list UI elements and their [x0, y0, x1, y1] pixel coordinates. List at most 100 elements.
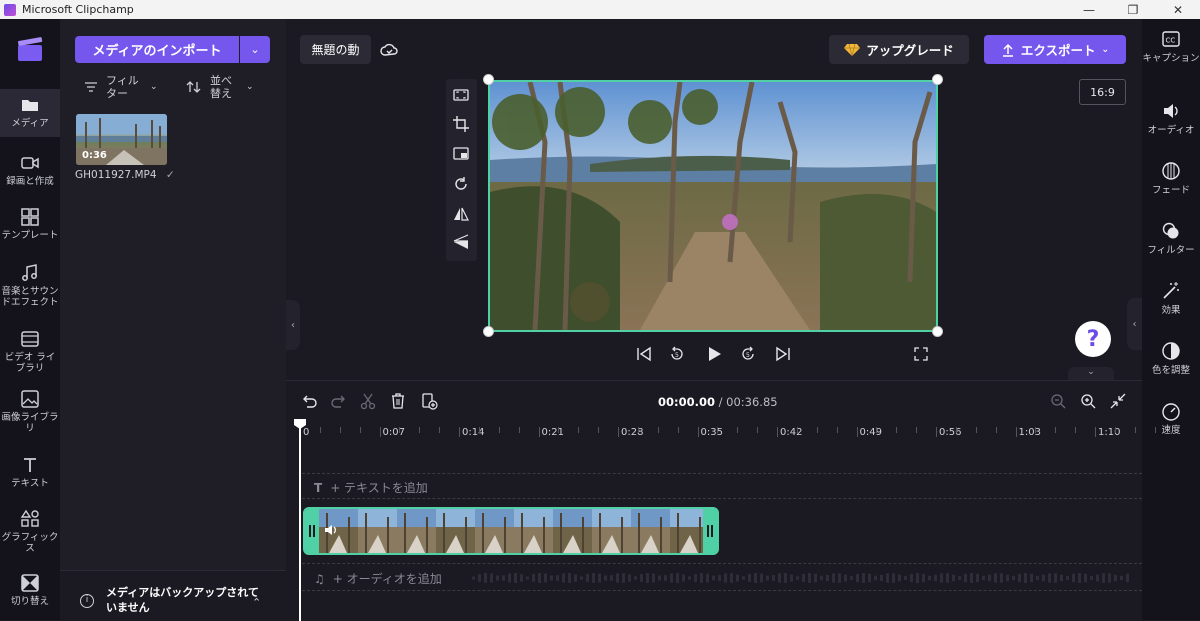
effects-button[interactable]: 効果 [1142, 281, 1200, 316]
skip-forward-icon[interactable] [774, 344, 792, 364]
trash-icon[interactable] [389, 392, 407, 410]
export-button[interactable]: エクスポート ⌄ [984, 35, 1126, 64]
filter-button[interactable]: フィルター ⌄ [84, 74, 158, 100]
fit-timeline-icon[interactable] [1109, 392, 1127, 410]
media-thumbnail[interactable]: 0:36 [76, 114, 167, 165]
nav-record-create[interactable]: 録画と作成 [0, 153, 60, 187]
ruler-minor-tick [717, 427, 719, 433]
backup-notice[interactable]: i メディアはバックアップされていません ⌃ [60, 570, 286, 620]
chevron-down-icon: ⌄ [246, 82, 254, 92]
captions-label: キャプション [1142, 53, 1200, 64]
audio-button[interactable]: オーディオ [1142, 101, 1200, 136]
crop-icon[interactable] [452, 115, 470, 133]
nav-graphics[interactable]: グラフィックス [0, 509, 60, 554]
clip-trim-left-handle[interactable] [305, 509, 319, 553]
clip-trim-right-handle[interactable] [703, 509, 717, 553]
aspect-ratio-button[interactable]: 16:9 [1079, 79, 1126, 105]
picture-in-picture-icon[interactable] [452, 145, 470, 163]
collapse-left-panel-button[interactable]: ‹ [286, 300, 300, 350]
ruler-tick [856, 427, 858, 437]
cloud-sync-icon[interactable] [380, 41, 398, 59]
text-track[interactable]: T + テキストを追加 [302, 473, 1142, 499]
ruler-tick-label: 1:10 [1098, 427, 1121, 438]
window-title: Microsoft Clipchamp [22, 3, 134, 16]
flip-vertical-icon[interactable] [452, 233, 470, 251]
maximize-icon[interactable]: ❐ [1115, 0, 1151, 19]
music-icon [22, 264, 37, 281]
upgrade-button[interactable]: アップグレード [829, 35, 969, 64]
image-icon [21, 390, 39, 408]
flip-horizontal-icon[interactable] [452, 205, 470, 223]
ruler-minor-tick [339, 427, 341, 433]
filter-lines-icon [85, 82, 97, 92]
audio-track[interactable]: ♫ + オーディオを追加 [302, 563, 1142, 591]
video-clip[interactable] [303, 507, 719, 555]
resize-handle-top-left[interactable] [483, 74, 494, 85]
undo-icon[interactable] [300, 392, 318, 410]
chevron-down-icon: ⌄ [150, 82, 158, 92]
expand-timeline-button[interactable]: ⌄ [1068, 367, 1114, 380]
ruler-minor-tick [478, 427, 480, 433]
rewind-5-icon[interactable]: 5 [668, 344, 686, 364]
diamond-icon [844, 43, 861, 56]
nav-transitions[interactable]: 切り替え [0, 573, 60, 607]
thumbnail-filename-text: GH011927.MP4 [75, 169, 157, 181]
play-icon[interactable] [704, 344, 724, 364]
add-audio-track[interactable]: ♫ + オーディオを追加 [314, 570, 442, 587]
audio-waveform-placeholder [472, 573, 1129, 583]
forward-5-icon[interactable]: 5 [739, 344, 757, 364]
close-icon[interactable]: ✕ [1160, 0, 1196, 19]
import-media-button[interactable]: メディアのインポート [75, 36, 239, 63]
clip-audio-icon[interactable] [323, 523, 337, 537]
video-preview[interactable] [488, 80, 938, 332]
scissors-icon[interactable] [359, 392, 377, 410]
import-dropdown-button[interactable]: ⌄ [240, 36, 270, 63]
fit-icon[interactable] [452, 86, 470, 104]
help-button[interactable]: ? [1075, 321, 1111, 357]
playhead[interactable] [299, 419, 301, 621]
template-icon [21, 208, 39, 226]
timeline-ruler[interactable]: 0 0:07 0:14 0:21 0:28 0:35 0:42 0:49 0:56 1:03 1:1… [300, 421, 1156, 445]
minimize-icon[interactable]: — [1071, 0, 1107, 19]
resize-handle-top-right[interactable] [932, 74, 943, 85]
add-media-icon[interactable] [420, 392, 438, 410]
redo-icon[interactable] [330, 392, 348, 410]
adjust-colors-button[interactable]: 色を調整 [1142, 341, 1200, 376]
filter-label: フィルター [106, 74, 139, 100]
chevron-left-icon: ‹ [291, 319, 295, 331]
upload-icon [1002, 43, 1013, 57]
nav-templates[interactable]: テンプレート [0, 207, 60, 241]
sort-button[interactable]: 並べ替え ⌄ [186, 74, 254, 100]
nav-media[interactable]: メディア [0, 89, 60, 137]
nav-video-library[interactable]: ビデオ ライブラリ [0, 329, 60, 374]
speed-button[interactable]: 速度 [1142, 401, 1200, 436]
ruler-tick-label: 1:03 [1018, 427, 1041, 438]
clip-filmstrip [319, 509, 707, 553]
nav-text[interactable]: テキスト [0, 455, 60, 489]
chevron-down-icon: ⌄ [1087, 367, 1095, 377]
project-title-input[interactable]: 無題の動 [300, 35, 371, 64]
timeline-panel: 00:00.00 / 00:36.85 0 0:07 0:14 0:21 0:28 0:3… [286, 380, 1156, 621]
ruler-minor-tick [439, 427, 441, 433]
ruler-minor-tick [419, 427, 421, 433]
resize-handle-bottom-left[interactable] [483, 326, 494, 337]
chevron-up-icon[interactable]: ⌃ [252, 596, 261, 609]
chevron-down-icon: ⌄ [1101, 44, 1110, 55]
ruler-minor-tick [737, 427, 739, 433]
resize-handle-bottom-right[interactable] [932, 326, 943, 337]
fade-button[interactable]: フェード [1142, 161, 1200, 196]
add-text-track[interactable]: T + テキストを追加 [314, 479, 428, 496]
fullscreen-icon[interactable] [913, 344, 929, 364]
skip-back-icon[interactable] [635, 344, 653, 364]
nav-image-library[interactable]: 画像ライブラリ [0, 389, 60, 434]
filters-button[interactable]: フィルター [1142, 221, 1200, 256]
rotate-icon[interactable] [452, 175, 470, 193]
nav-music-sfx[interactable]: 音楽とサウンドエフェクト [0, 263, 60, 308]
zoom-in-icon[interactable] [1079, 392, 1097, 410]
zoom-out-icon[interactable] [1049, 392, 1067, 410]
ruler-minor-tick [518, 427, 520, 433]
ruler-minor-tick [598, 427, 600, 433]
captions-button[interactable]: CC キャプション [1142, 29, 1200, 64]
ruler-minor-tick [319, 427, 321, 433]
collapse-right-panel-button[interactable]: ‹ [1127, 298, 1142, 350]
